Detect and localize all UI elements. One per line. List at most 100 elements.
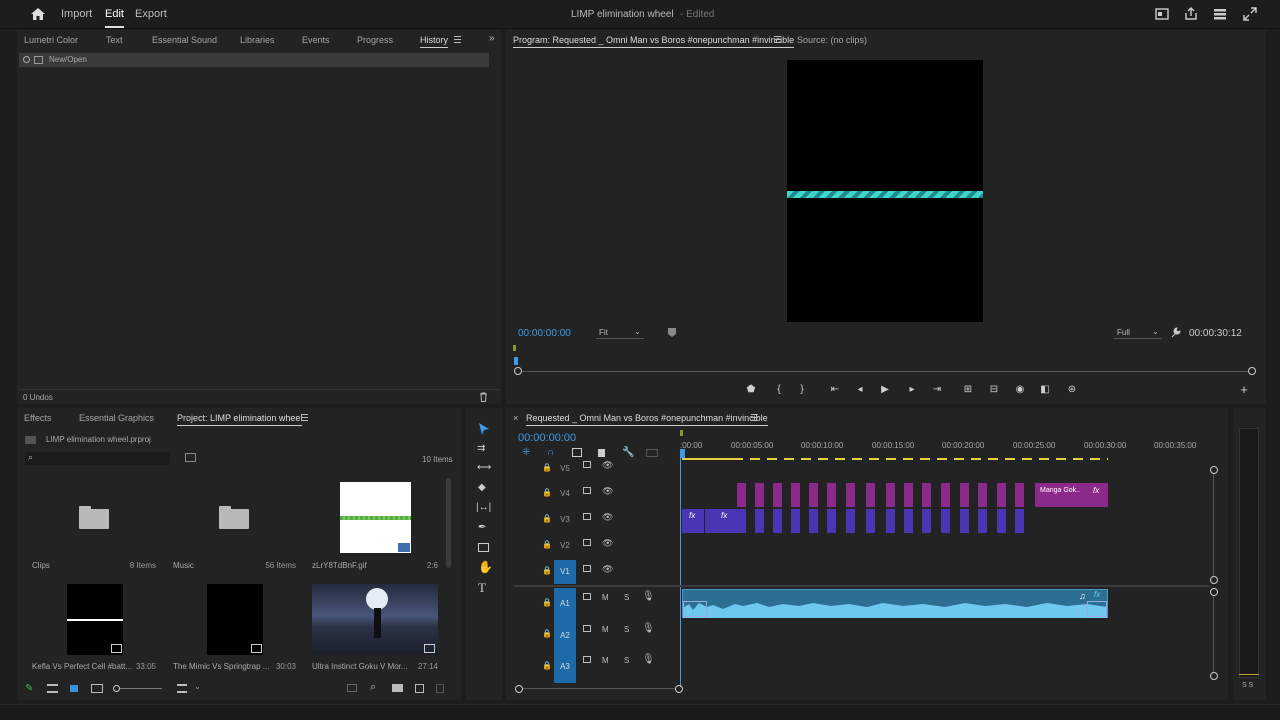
- solo-button[interactable]: S: [624, 625, 629, 634]
- captions-icon[interactable]: [646, 449, 658, 457]
- extract-icon[interactable]: ⊟: [988, 384, 1000, 396]
- proxy-toggle-icon[interactable]: ⊛: [1066, 384, 1078, 396]
- selection-tool-icon[interactable]: [478, 422, 490, 436]
- clip-v4-segment[interactable]: [737, 483, 746, 507]
- workspace-icon[interactable]: [1155, 7, 1169, 21]
- eye-icon[interactable]: 👁: [602, 564, 613, 575]
- step-forward-icon[interactable]: ▸: [906, 384, 918, 396]
- audio-scroll-handle-top[interactable]: [1210, 588, 1218, 596]
- lock-icon[interactable]: 🔒: [542, 488, 552, 497]
- tab-lumetri-color[interactable]: Lumetri Color: [24, 35, 78, 45]
- clip-v3-segment[interactable]: [791, 509, 800, 533]
- track-name[interactable]: V2: [554, 534, 576, 558]
- clip-v3-segment[interactable]: [978, 509, 987, 533]
- nav-import[interactable]: Import: [61, 8, 92, 20]
- clip-v3-segment[interactable]: [755, 509, 764, 533]
- clip-v4-segment[interactable]: [846, 483, 855, 507]
- track-select-tool-icon[interactable]: ⇉: [477, 443, 485, 454]
- program-menu-icon[interactable]: [774, 36, 781, 43]
- clip-v4-segment[interactable]: [886, 483, 895, 507]
- clip-v4-segment[interactable]: [791, 483, 800, 507]
- slip-tool-icon[interactable]: |↔|: [476, 502, 491, 513]
- clip-v4-segment[interactable]: [827, 483, 836, 507]
- timeline-zoom-handle-left[interactable]: [515, 685, 523, 693]
- video-scroll-track[interactable]: [1213, 474, 1214, 576]
- audio-scroll-track[interactable]: [1213, 596, 1214, 672]
- eye-icon[interactable]: 👁: [602, 512, 613, 523]
- bin-item-music[interactable]: [170, 478, 302, 558]
- zoom-slider-handle[interactable]: [113, 685, 120, 692]
- nav-edit[interactable]: Edit: [105, 8, 124, 28]
- eye-icon[interactable]: 👁: [602, 538, 613, 549]
- sync-lock-icon[interactable]: [583, 593, 591, 600]
- mute-button[interactable]: M: [602, 593, 609, 602]
- track-name[interactable]: V4: [554, 482, 576, 506]
- home-icon[interactable]: [30, 7, 46, 21]
- sync-lock-icon[interactable]: [583, 461, 591, 468]
- mute-button[interactable]: M: [602, 656, 609, 665]
- project-search-input[interactable]: ⌕: [25, 452, 170, 465]
- rectangle-tool-icon[interactable]: [478, 543, 489, 552]
- clip-v3-segment[interactable]: [846, 509, 855, 533]
- clip-v3-segment[interactable]: [941, 509, 950, 533]
- clip-v3-segment[interactable]: [737, 509, 746, 533]
- tab-source[interactable]: Source: (no clips): [797, 35, 867, 45]
- clip-v3-segment[interactable]: [886, 509, 895, 533]
- tab-sequence[interactable]: Requested _ Omni Man vs Boros #onepunchm…: [526, 413, 768, 426]
- clip-v4-segment[interactable]: [773, 483, 782, 507]
- list-view-icon[interactable]: [47, 684, 58, 693]
- project-scrollbar[interactable]: [446, 478, 451, 568]
- project-menu-icon[interactable]: [301, 414, 308, 421]
- timeline-zoom-bar[interactable]: [523, 688, 675, 689]
- tab-history[interactable]: History: [420, 35, 449, 48]
- lift-icon[interactable]: ⊞: [962, 384, 974, 396]
- type-tool-icon[interactable]: T: [478, 580, 486, 596]
- clip-v3-first[interactable]: fx: [682, 509, 704, 533]
- clip-v3-segment[interactable]: [960, 509, 969, 533]
- track-divider[interactable]: [514, 585, 1210, 587]
- timeline-zoom-handle-right[interactable]: [675, 685, 683, 693]
- clip-v3-segment[interactable]: [904, 509, 913, 533]
- clip-v4-segment[interactable]: [866, 483, 875, 507]
- microphone-icon[interactable]: 🎙: [642, 623, 655, 634]
- track-name[interactable]: V5: [554, 457, 576, 481]
- go-to-in-icon[interactable]: ⇤: [829, 384, 841, 396]
- lock-icon[interactable]: 🔒: [542, 463, 552, 472]
- track-name[interactable]: V1: [554, 560, 576, 584]
- step-back-icon[interactable]: ◂: [854, 384, 866, 396]
- track-name[interactable]: A2: [554, 620, 576, 651]
- pencil-icon[interactable]: ✎: [25, 683, 33, 694]
- sync-lock-icon[interactable]: [583, 625, 591, 632]
- new-bin-icon[interactable]: [392, 684, 403, 692]
- clip-manga-goku[interactable]: Manga Gok.. fx: [1035, 483, 1108, 507]
- clip-v4-segment[interactable]: [922, 483, 931, 507]
- bin-item-clips[interactable]: [28, 478, 160, 558]
- video-scroll-handle-bottom[interactable]: [1210, 576, 1218, 584]
- sync-lock-icon[interactable]: [583, 539, 591, 546]
- clip-v3-segment[interactable]: [997, 509, 1006, 533]
- zoom-slider[interactable]: [120, 688, 162, 689]
- track-name[interactable]: A1: [554, 588, 576, 620]
- track-name[interactable]: A3: [554, 651, 576, 683]
- sequence-menu-icon[interactable]: [751, 414, 758, 421]
- eye-icon[interactable]: 👁: [602, 460, 613, 471]
- clip-v4-segment[interactable]: [809, 483, 818, 507]
- timeline-timecode[interactable]: 00:00:00:00: [518, 432, 576, 444]
- clip-v4-segment[interactable]: [1015, 483, 1024, 507]
- new-item-icon[interactable]: [415, 684, 424, 693]
- eye-icon[interactable]: 👁: [602, 486, 613, 497]
- tab-effects[interactable]: Effects: [24, 413, 51, 423]
- tab-events[interactable]: Events: [302, 35, 330, 45]
- clip-v4-segment[interactable]: [997, 483, 1006, 507]
- microphone-icon[interactable]: 🎙: [642, 654, 655, 665]
- monitor-playhead[interactable]: [514, 357, 518, 365]
- history-item[interactable]: New/Open: [19, 53, 489, 67]
- trash-icon[interactable]: [479, 392, 488, 402]
- video-scroll-handle-top[interactable]: [1210, 466, 1218, 474]
- program-preview[interactable]: [787, 60, 983, 322]
- bin-item-kefla-thumbnail[interactable]: [67, 584, 123, 655]
- wrench-icon[interactable]: [1170, 327, 1181, 338]
- solo-button[interactable]: S: [624, 593, 629, 602]
- lock-icon[interactable]: 🔒: [542, 540, 552, 549]
- clip-v3-segment[interactable]: [1015, 509, 1024, 533]
